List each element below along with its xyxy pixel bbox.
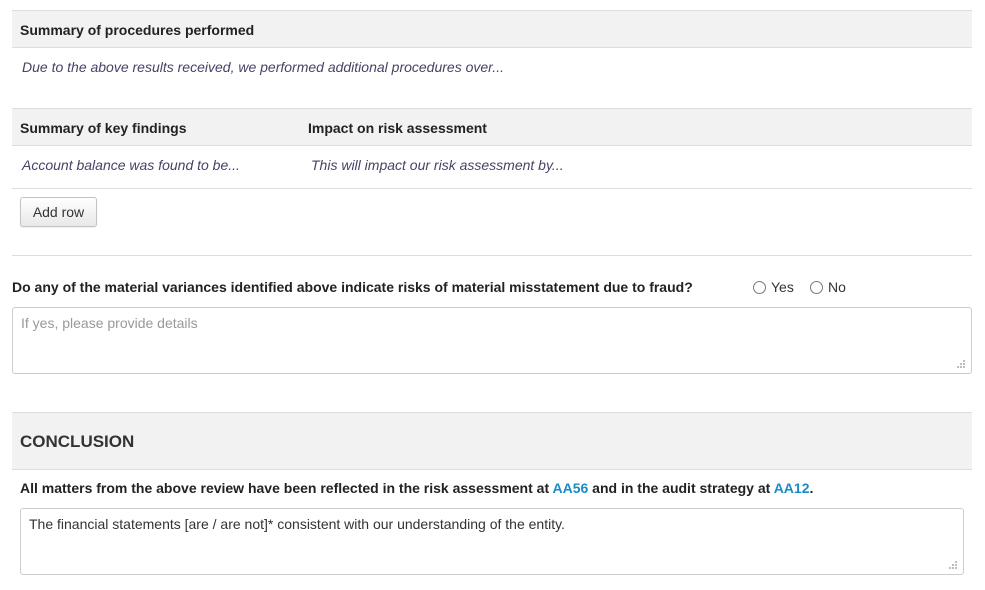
finding-cell[interactable]: Account balance was found to be...: [22, 157, 240, 173]
conclusion-statement: All matters from the above review have b…: [20, 480, 813, 496]
radio-yes-label[interactable]: Yes: [771, 279, 794, 295]
table-row-divider: [12, 188, 972, 189]
add-row-button[interactable]: Add row: [20, 197, 97, 227]
fraud-details-placeholder: If yes, please provide details: [21, 315, 198, 331]
statement-middle: and in the audit strategy at: [592, 480, 771, 496]
procedures-header-label: Summary of procedures performed: [20, 22, 255, 38]
conclusion-title: CONCLUSION: [20, 432, 135, 451]
aa12-link[interactable]: AA12: [774, 480, 810, 496]
aa56-link[interactable]: AA56: [552, 480, 588, 496]
radio-no-label[interactable]: No: [828, 279, 846, 295]
resize-grip-icon[interactable]: [948, 560, 958, 570]
radio-no[interactable]: [810, 280, 823, 294]
resize-grip-icon[interactable]: [956, 359, 966, 369]
conclusion-textarea-value: The financial statements [are / are not]…: [29, 516, 565, 532]
fraud-details-textarea[interactable]: If yes, please provide details: [12, 307, 972, 374]
statement-suffix: .: [809, 480, 814, 496]
statement-prefix: All matters from the above review have b…: [20, 480, 550, 496]
radio-yes-option[interactable]: Yes: [753, 279, 794, 295]
impact-column-header: Impact on risk assessment: [308, 120, 487, 136]
procedures-text[interactable]: Due to the above results received, we pe…: [22, 59, 504, 75]
fraud-question: Do any of the material variances identif…: [12, 279, 693, 295]
conclusion-header: CONCLUSION: [12, 412, 972, 470]
radio-no-option[interactable]: No: [810, 279, 846, 295]
findings-column-header: Summary of key findings: [20, 120, 187, 136]
section-divider: [12, 255, 972, 256]
procedures-header: Summary of procedures performed: [12, 10, 972, 48]
impact-cell[interactable]: This will impact our risk assessment by.…: [311, 157, 564, 173]
findings-table-header: Summary of key findings Impact on risk a…: [12, 108, 972, 146]
radio-yes[interactable]: [753, 280, 766, 294]
conclusion-textarea[interactable]: The financial statements [are / are not]…: [20, 508, 964, 575]
